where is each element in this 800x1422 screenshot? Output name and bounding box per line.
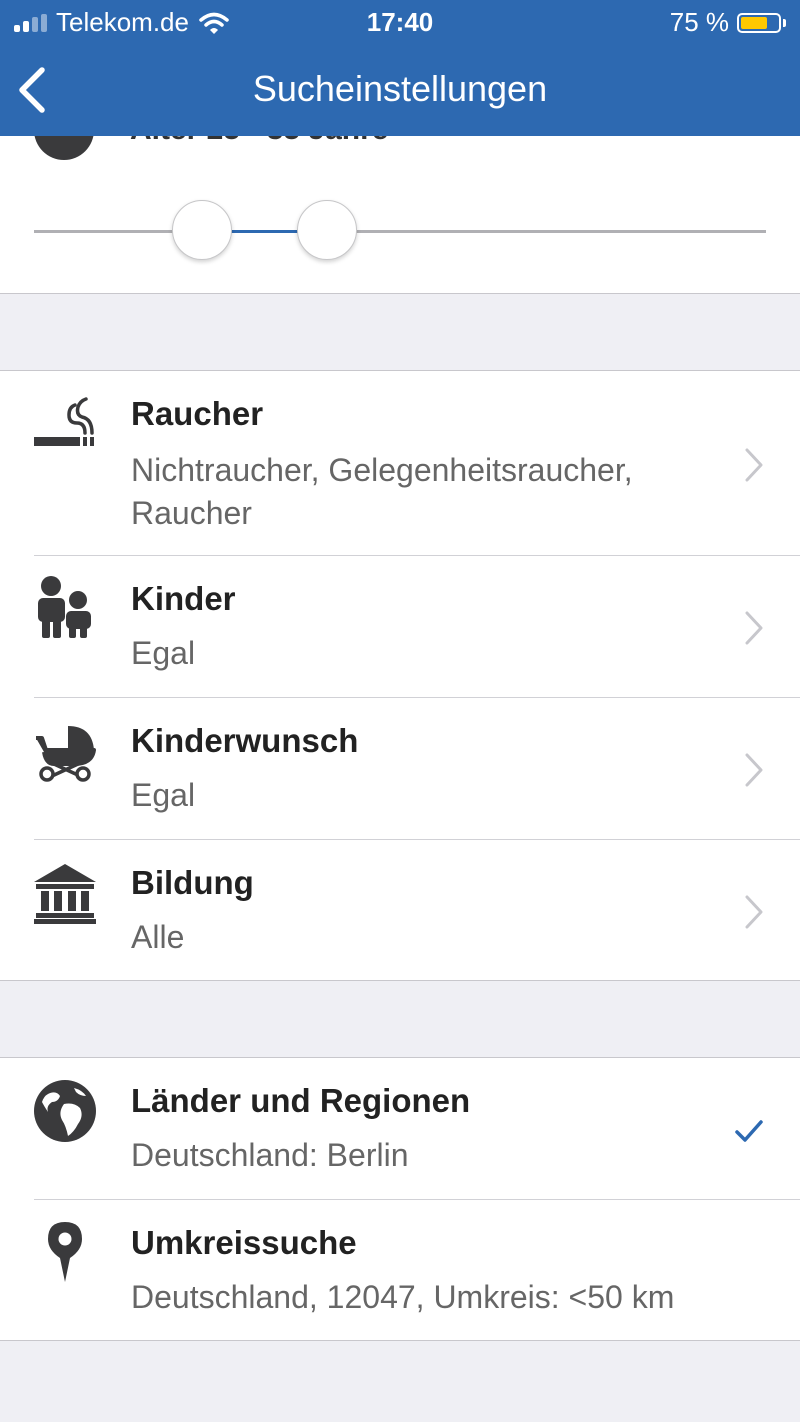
age-range-max-handle[interactable] — [296, 200, 357, 260]
chevron-right-icon — [745, 895, 763, 929]
countries-regions-label: Länder und Regionen — [131, 1082, 471, 1119]
chevron-right-icon — [745, 753, 763, 787]
navigation-header: Telekom.de 17:40 75 % Sucheinstellungen — [0, 0, 800, 136]
children-value: Egal — [131, 635, 196, 671]
stroller-icon — [36, 726, 96, 782]
location-pin-icon — [48, 1222, 82, 1282]
children-row[interactable]: Kinder Egal — [0, 556, 800, 698]
age-range-min-handle[interactable] — [172, 200, 233, 260]
education-label: Bildung — [131, 864, 254, 901]
lifestyle-section: Raucher Nichtraucher, Gelegenheitsrauche… — [0, 370, 800, 981]
chevron-right-icon — [745, 448, 763, 482]
children-icon — [38, 576, 91, 638]
countries-regions-value: Deutschland: Berlin — [131, 1137, 409, 1173]
smoking-icon — [34, 397, 94, 446]
education-row[interactable]: Bildung Alle — [0, 840, 800, 982]
smoker-label: Raucher — [131, 395, 264, 432]
battery-group: 75 % — [670, 7, 786, 38]
children-label: Kinder — [131, 580, 236, 617]
chevron-right-icon — [745, 611, 763, 645]
radius-search-label: Umkreissuche — [131, 1224, 357, 1261]
page-title: Sucheinstellungen — [252, 68, 548, 109]
child-wish-row[interactable]: Kinderwunsch Egal — [0, 698, 800, 840]
battery-icon — [737, 12, 781, 33]
age-range-slider[interactable] — [34, 200, 766, 260]
smoker-row[interactable]: Raucher Nichtraucher, Gelegenheitsrauche… — [0, 371, 800, 556]
education-building-icon — [34, 864, 96, 924]
radius-search-value: Deutschland, 12047, Umkreis: <50 km — [131, 1279, 675, 1315]
globe-icon — [34, 1080, 96, 1142]
radius-search-row[interactable]: Umkreissuche Deutschland, 12047, Umkreis… — [0, 1200, 800, 1342]
status-bar: Telekom.de 17:40 75 % — [0, 0, 800, 46]
countries-regions-row[interactable]: Länder und Regionen Deutschland: Berlin — [0, 1058, 800, 1200]
checkmark-icon — [735, 1120, 763, 1142]
education-value: Alle — [131, 919, 185, 955]
smoker-value: Nichtraucher, Gelegenheitsraucher, Rauch… — [131, 452, 633, 531]
child-wish-value: Egal — [131, 777, 196, 813]
child-wish-label: Kinderwunsch — [131, 722, 359, 759]
age-filter-section: Alter 25 - 35 Jahre — [0, 100, 800, 294]
location-section: Länder und Regionen Deutschland: Berlin … — [0, 1057, 800, 1341]
battery-percentage: 75 % — [669, 7, 729, 37]
